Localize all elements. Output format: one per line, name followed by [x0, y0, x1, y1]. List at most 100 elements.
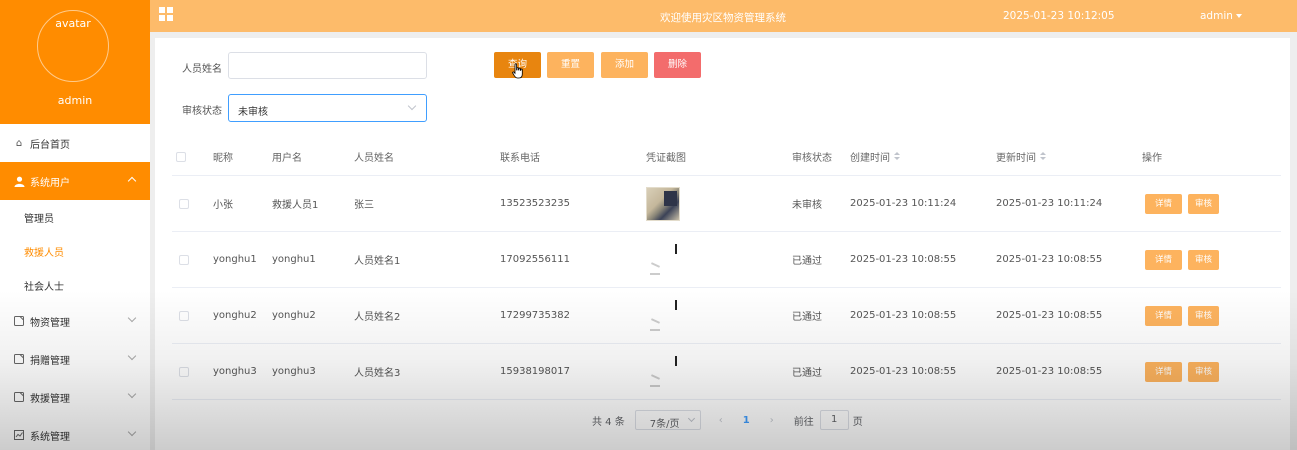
audit-button[interactable]: 审核 [1188, 305, 1219, 326]
column-header: 审核状态 [792, 153, 832, 164]
current-datetime: 2025-01-23 10:12:05 [1003, 10, 1115, 22]
sidebar: avatar admin ⌂ 后台首页 系统用户 管理员 救援人员 社会人士 物… [0, 0, 150, 450]
cell-status: 已通过 [792, 256, 822, 267]
row-checkbox[interactable] [179, 288, 189, 343]
profile-panel: avatar admin [0, 0, 150, 124]
cell-phone: 15938198017 [500, 366, 570, 377]
cell-nickname: yonghu1 [213, 254, 257, 265]
audit-button[interactable]: 审核 [1188, 361, 1219, 382]
sidebar-item-system[interactable]: 系统管理 [0, 416, 150, 450]
loading-spinner-icon [646, 298, 682, 334]
name-filter-input[interactable] [228, 52, 427, 79]
loading-spinner-icon [646, 354, 682, 390]
column-header: 人员姓名 [354, 153, 394, 164]
proof-image[interactable] [646, 186, 680, 221]
cell-nickname: yonghu3 [213, 366, 257, 377]
column-header-sortable[interactable]: 创建时间 [850, 138, 900, 175]
column-header-label: 更新时间 [996, 153, 1036, 164]
sidebar-item-materials[interactable]: 物资管理 [0, 302, 150, 340]
avatar[interactable]: avatar [37, 10, 109, 82]
sidebar-item-system-users[interactable]: 系统用户 [0, 162, 150, 200]
table-row: yonghu3 yonghu3 人员姓名3 15938198017 已通过 20… [172, 344, 1281, 400]
cell-name: 人员姓名1 [354, 256, 401, 267]
proof-thumbnail[interactable] [646, 232, 682, 287]
proof-thumbnail[interactable] [646, 344, 682, 399]
grid-menu-icon[interactable] [159, 7, 173, 21]
sidebar-username: admin [57, 94, 93, 107]
sidebar-subitem-admin[interactable]: 管理员 [0, 200, 150, 234]
proof-thumbnail[interactable] [646, 176, 680, 231]
cell-actions: 详情 审核 [1145, 288, 1219, 343]
cell-username: 救援人员1 [272, 200, 319, 211]
chevron-down-icon [127, 313, 137, 323]
chevron-down-icon [127, 351, 137, 361]
column-header: 昵称 [213, 153, 233, 164]
sidebar-item-rescue[interactable]: 救援管理 [0, 378, 150, 416]
checkbox-box [179, 310, 189, 321]
document-icon [13, 315, 25, 327]
column-header-label: 创建时间 [850, 153, 890, 164]
cell-username: yonghu2 [272, 310, 316, 321]
detail-button[interactable]: 详情 [1145, 249, 1182, 270]
user-menu[interactable]: admin [1200, 10, 1242, 22]
delete-button[interactable]: 删除 [654, 52, 701, 78]
detail-button[interactable]: 详情 [1145, 305, 1182, 326]
sidebar-item-label: 系统用户 [30, 177, 70, 189]
proof-thumbnail[interactable] [646, 288, 682, 343]
detail-button[interactable]: 详情 [1145, 361, 1182, 382]
chevron-down-icon [687, 414, 695, 423]
reset-button[interactable]: 重置 [547, 52, 594, 78]
document-icon [13, 391, 25, 403]
row-checkbox[interactable] [179, 176, 189, 231]
cell-actions: 详情 审核 [1145, 176, 1219, 231]
cell-username: yonghu1 [272, 254, 316, 265]
status-filter-select[interactable]: 未审核 [228, 94, 427, 122]
cell-created: 2025-01-23 10:08:55 [850, 310, 957, 321]
next-page-icon[interactable]: › [770, 415, 774, 426]
sidebar-item-label: 捐赠管理 [30, 355, 70, 367]
status-filter-value: 未审核 [238, 107, 268, 118]
document-icon [13, 353, 25, 365]
detail-button[interactable]: 详情 [1145, 193, 1182, 214]
page-size-select[interactable]: 7条/页 [634, 410, 701, 430]
row-checkbox[interactable] [179, 344, 189, 399]
cell-phone: 13523523235 [500, 198, 570, 209]
cell-created: 2025-01-23 10:11:24 [850, 198, 957, 209]
cell-nickname: yonghu2 [213, 310, 257, 321]
goto-page-input[interactable]: 1 [819, 410, 849, 430]
table-row: 小张 救援人员1 张三 13523523235 未审核 2025-01-23 1… [172, 176, 1281, 232]
status-filter-label: 审核状态 [182, 106, 222, 117]
cell-username: yonghu3 [272, 366, 316, 377]
sidebar-item-home[interactable]: ⌂ 后台首页 [0, 124, 150, 162]
prev-page-icon[interactable]: ‹ [719, 415, 723, 426]
sort-icon[interactable] [894, 152, 900, 161]
chevron-up-icon [127, 176, 137, 186]
sidebar-item-donations[interactable]: 捐赠管理 [0, 340, 150, 378]
page-number-current[interactable]: 1 [743, 415, 750, 426]
checkbox-box [179, 254, 189, 265]
add-button[interactable]: 添加 [601, 52, 648, 78]
cell-actions: 详情 审核 [1145, 344, 1219, 399]
audit-button[interactable]: 审核 [1188, 249, 1219, 270]
table-row: yonghu2 yonghu2 人员姓名2 17299735382 已通过 20… [172, 288, 1281, 344]
audit-button[interactable]: 审核 [1188, 193, 1219, 214]
column-header: 操作 [1142, 153, 1162, 164]
table-row: yonghu1 yonghu1 人员姓名1 17092556111 已通过 20… [172, 232, 1281, 288]
checkbox-box [176, 151, 186, 162]
cell-status: 已通过 [792, 312, 822, 323]
sort-icon[interactable] [1040, 152, 1046, 161]
cell-updated: 2025-01-23 10:08:55 [996, 366, 1103, 377]
cell-nickname: 小张 [213, 200, 233, 211]
checkbox-box [179, 198, 189, 209]
sidebar-subitem-public[interactable]: 社会人士 [0, 268, 150, 302]
select-all-checkbox[interactable] [176, 138, 186, 175]
chevron-down-icon [127, 427, 137, 437]
sidebar-item-label: 物资管理 [30, 317, 70, 329]
cell-updated: 2025-01-23 10:08:55 [996, 254, 1103, 265]
row-checkbox[interactable] [179, 232, 189, 287]
home-icon: ⌂ [15, 137, 23, 149]
caret-down-icon [1235, 14, 1242, 18]
cell-phone: 17299735382 [500, 310, 570, 321]
sidebar-subitem-rescuers[interactable]: 救援人员 [0, 234, 150, 268]
column-header-sortable[interactable]: 更新时间 [996, 138, 1046, 175]
